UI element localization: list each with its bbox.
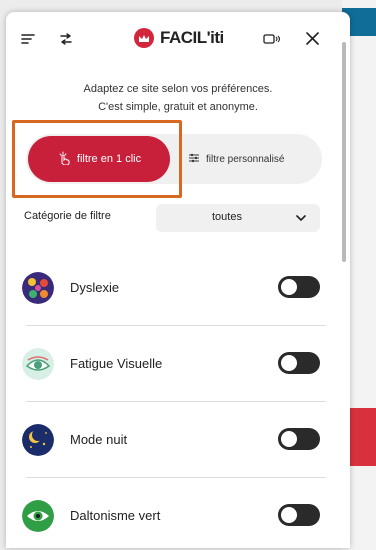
faciliti-panel: FACIL'iti Adaptez ce site selon vos préf… xyxy=(6,12,350,548)
green-color-blind-icon xyxy=(22,500,54,532)
green-color-blindness-toggle[interactable] xyxy=(278,504,320,526)
menu-icon[interactable] xyxy=(20,32,36,46)
toggle-knob xyxy=(281,431,297,447)
visual-fatigue-toggle[interactable] xyxy=(278,352,320,374)
filter-label: Daltonisme vert xyxy=(70,508,161,523)
category-select[interactable]: toutes xyxy=(156,204,320,232)
filter-row-night-mode: Mode nuit xyxy=(6,402,350,478)
brand: FACIL'iti xyxy=(134,28,224,48)
crown-logo-icon xyxy=(134,28,154,48)
dyslexia-icon xyxy=(22,272,54,304)
intro-line-2: C'est simple, gratuit et anonyme. xyxy=(98,101,258,113)
highlight-annotation xyxy=(12,120,182,198)
filter-label: Fatigue Visuelle xyxy=(70,356,163,371)
filter-list: Dyslexie Fatigue Visuelle Mode nuit Dalt… xyxy=(6,250,350,548)
night-mode-toggle[interactable] xyxy=(278,428,320,450)
reading-icon[interactable] xyxy=(262,32,282,46)
category-value: toutes xyxy=(212,211,242,223)
night-mode-icon xyxy=(22,424,54,456)
panel-header: FACIL'iti xyxy=(6,12,350,66)
brand-name: FACIL'iti xyxy=(160,28,224,47)
filter-row-visual-fatigue: Fatigue Visuelle xyxy=(6,326,350,402)
filter-label: Mode nuit xyxy=(70,432,128,447)
filter-label: Dyslexie xyxy=(70,280,120,295)
intro-line-1: Adaptez ce site selon vos préférences. xyxy=(83,83,273,95)
dyslexia-toggle[interactable] xyxy=(278,276,320,298)
custom-filter-label: filtre personnalisé xyxy=(206,153,285,165)
intro-text: Adaptez ce site selon vos préférences. C… xyxy=(6,80,350,116)
close-icon[interactable] xyxy=(304,30,320,46)
scrollbar[interactable] xyxy=(342,42,346,262)
chevron-down-icon xyxy=(296,213,306,225)
sliders-icon xyxy=(188,153,200,166)
category-label: Catégorie de filtre xyxy=(24,210,111,222)
toggle-knob xyxy=(281,355,297,371)
eye-fatigue-icon xyxy=(22,348,54,380)
filter-row-dyslexia: Dyslexie xyxy=(6,250,350,326)
toggle-knob xyxy=(281,279,297,295)
filter-row-green-color-blindness: Daltonisme vert xyxy=(6,478,350,548)
switch-arrows-icon[interactable] xyxy=(58,32,74,46)
toggle-knob xyxy=(281,507,297,523)
custom-filter-button[interactable]: filtre personnalisé xyxy=(188,134,284,184)
